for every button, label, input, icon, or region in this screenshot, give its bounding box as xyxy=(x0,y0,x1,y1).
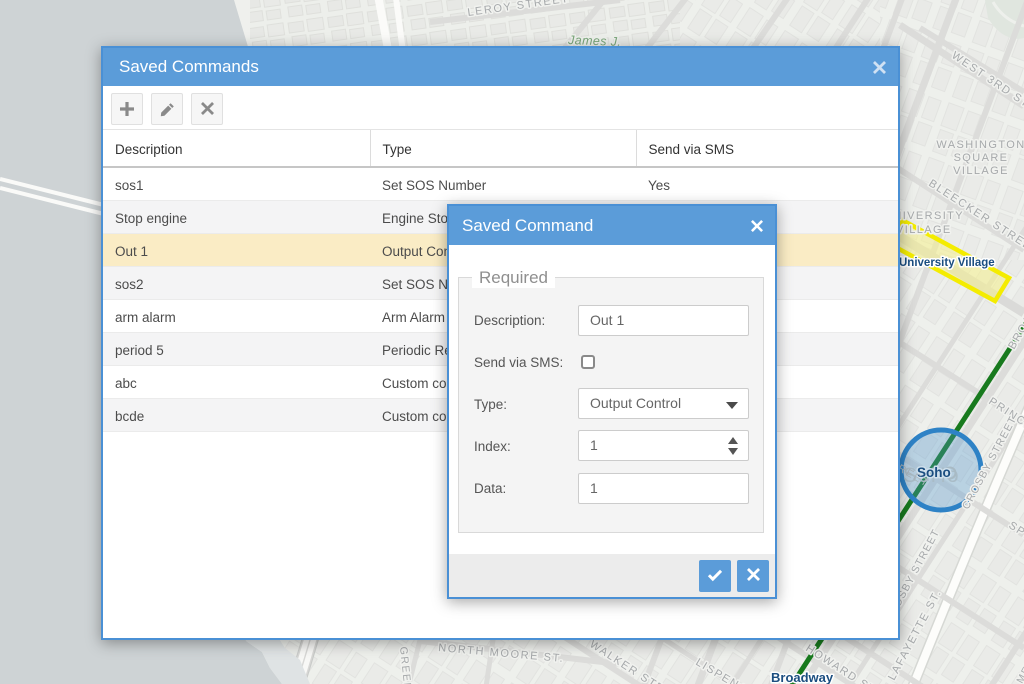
svg-text:SQUARE: SQUARE xyxy=(954,152,1009,164)
svg-text:VILLAGE: VILLAGE xyxy=(896,224,952,236)
svg-text:University Village: University Village xyxy=(899,257,995,269)
svg-text:Broadway: Broadway xyxy=(771,670,834,684)
svg-text:WASHINGTON: WASHINGTON xyxy=(936,139,1024,151)
svg-text:VILLAGE: VILLAGE xyxy=(953,165,1009,177)
